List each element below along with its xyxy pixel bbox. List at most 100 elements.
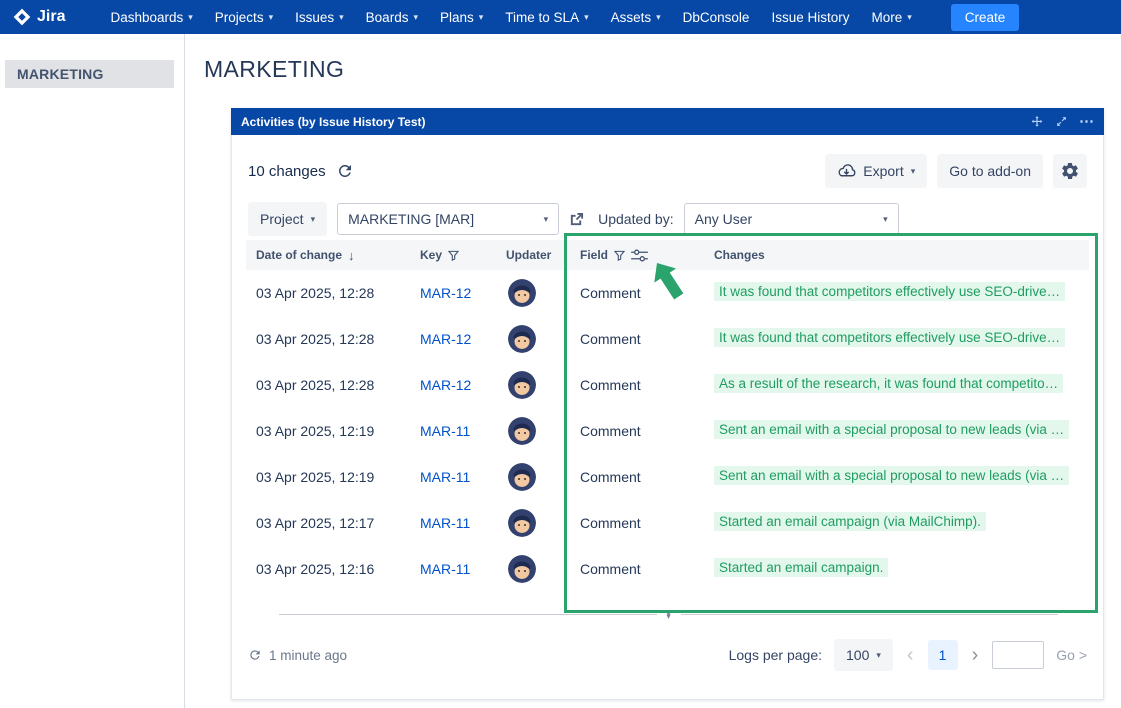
row-change-value: Sent an email with a special proposal to… <box>714 420 1069 439</box>
row-change-value: It was found that competitors effectivel… <box>714 328 1065 347</box>
gadget-title: Activities (by Issue History Test) <box>241 115 426 129</box>
chevron-down-icon: ▾ <box>907 12 912 23</box>
sort-desc-icon[interactable]: ↓ <box>348 248 355 263</box>
user-avatar[interactable] <box>508 325 536 353</box>
menu-boards[interactable]: Boards▾ <box>355 0 429 34</box>
more-icon[interactable]: ⋯ <box>1079 114 1094 129</box>
external-link-icon[interactable] <box>569 212 584 227</box>
chevron-down-icon: ▾ <box>188 12 193 23</box>
issue-key-link[interactable]: MAR-12 <box>420 331 471 347</box>
row-date: 03 Apr 2025, 12:17 <box>246 515 410 531</box>
caret-down-icon: ▾ <box>666 615 670 619</box>
issue-key-link[interactable]: MAR-12 <box>420 377 471 393</box>
page-title: MARKETING <box>204 56 344 83</box>
row-field: Comment <box>570 469 704 485</box>
project-select[interactable]: MARKETING [MAR] ▾ <box>337 203 559 235</box>
gadget-body: 10 changes Export ▾ Go to add-on <box>231 135 1104 700</box>
row-change-value: It was found that competitors effectivel… <box>714 282 1065 301</box>
page-jump-input[interactable] <box>992 641 1044 669</box>
chevron-down-icon: ▾ <box>339 12 344 23</box>
chevron-down-icon: ▾ <box>269 12 274 23</box>
row-field: Comment <box>570 377 704 393</box>
menu-issues[interactable]: Issues▾ <box>284 0 355 34</box>
row-change-value: Started an email campaign. <box>714 558 888 577</box>
create-button[interactable]: Create <box>951 4 1020 31</box>
header-key[interactable]: Key <box>410 248 496 262</box>
table-row: 03 Apr 2025, 12:28 MAR-12 Comment It was… <box>246 316 1089 362</box>
prev-page-icon[interactable]: ‹ <box>905 645 916 665</box>
current-page-button[interactable]: 1 <box>928 640 958 670</box>
logs-per-page-select[interactable]: 100 ▾ <box>834 639 893 671</box>
issue-key-link[interactable]: MAR-12 <box>420 285 471 301</box>
sidebar-item-marketing[interactable]: MARKETING <box>5 60 174 88</box>
updated-by-select[interactable]: Any User ▾ <box>684 203 899 235</box>
menu-more[interactable]: More▾ <box>860 0 922 34</box>
menu-plans[interactable]: Plans▾ <box>429 0 494 34</box>
row-field: Comment <box>570 515 704 531</box>
chevron-down-icon: ▾ <box>311 214 316 225</box>
activity-table: Date of change ↓ Key Updater <box>232 240 1103 592</box>
issue-key-link[interactable]: MAR-11 <box>420 561 470 577</box>
header-date-of-change[interactable]: Date of change ↓ <box>246 248 410 263</box>
row-date: 03 Apr 2025, 12:19 <box>246 423 410 439</box>
activities-gadget: Activities (by Issue History Test) ⋯ 10 … <box>231 108 1104 700</box>
menu-time-to-sla[interactable]: Time to SLA▾ <box>494 0 599 34</box>
logs-per-page-label: Logs per page: <box>729 647 822 663</box>
row-change-value: Sent an email with a special proposal to… <box>714 466 1069 485</box>
resize-handle-icon[interactable]: ▴ ▾ <box>657 607 681 623</box>
chevron-down-icon: ▾ <box>479 12 484 23</box>
export-cloud-icon <box>837 164 856 178</box>
next-page-icon[interactable]: › <box>970 645 981 665</box>
row-date: 03 Apr 2025, 12:28 <box>246 331 410 347</box>
issue-key-link[interactable]: MAR-11 <box>420 469 470 485</box>
row-field: Comment <box>570 285 704 301</box>
row-field: Comment <box>570 423 704 439</box>
row-date: 03 Apr 2025, 12:28 <box>246 285 410 301</box>
table-row: 03 Apr 2025, 12:28 MAR-12 Comment As a r… <box>246 362 1089 408</box>
sidebar: MARKETING <box>0 34 185 708</box>
scope-selector-button[interactable]: Project ▾ <box>248 202 327 236</box>
user-avatar[interactable] <box>508 279 536 307</box>
table-header-row: Date of change ↓ Key Updater <box>246 240 1089 270</box>
row-change-value: As a result of the research, it was foun… <box>714 374 1063 393</box>
chevron-down-icon: ▾ <box>883 214 888 225</box>
goto-addon-button[interactable]: Go to add-on <box>937 154 1043 188</box>
settings-gear-icon[interactable] <box>1053 154 1087 188</box>
refresh-icon <box>248 648 262 662</box>
updated-by-label: Updated by: <box>598 211 674 227</box>
menu-assets[interactable]: Assets▾ <box>600 0 672 34</box>
table-row: 03 Apr 2025, 12:17 MAR-11 Comment Starte… <box>246 500 1089 546</box>
chevron-down-icon: ▾ <box>584 12 589 23</box>
filter-icon[interactable] <box>448 250 459 261</box>
top-navbar: Jira Dashboards▾ Projects▾ Issues▾ Board… <box>0 0 1121 34</box>
table-row: 03 Apr 2025, 12:19 MAR-11 Comment Sent a… <box>246 408 1089 454</box>
jira-logo[interactable]: Jira <box>12 7 65 27</box>
main-content: MARKETING Activities (by Issue History T… <box>185 34 1121 708</box>
chevron-down-icon: ▾ <box>413 12 418 23</box>
row-field: Comment <box>570 561 704 577</box>
user-avatar[interactable] <box>508 463 536 491</box>
issue-key-link[interactable]: MAR-11 <box>420 423 470 439</box>
filter-icon[interactable] <box>614 250 625 261</box>
menu-dashboards[interactable]: Dashboards▾ <box>99 0 203 34</box>
user-avatar[interactable] <box>508 509 536 537</box>
menu-dbconsole[interactable]: DbConsole <box>672 0 761 34</box>
user-avatar[interactable] <box>508 417 536 445</box>
user-avatar[interactable] <box>508 555 536 583</box>
table-row: 03 Apr 2025, 12:16 MAR-11 Comment Starte… <box>246 546 1089 592</box>
go-to-page-button[interactable]: Go > <box>1056 647 1087 663</box>
last-refreshed[interactable]: 1 minute ago <box>248 648 347 663</box>
filter-row: Project ▾ MARKETING [MAR] ▾ Updated by: … <box>248 202 1087 236</box>
chevron-down-icon: ▾ <box>876 650 881 661</box>
header-field[interactable]: Field <box>570 248 704 262</box>
column-settings-icon[interactable] <box>631 249 648 262</box>
issue-key-link[interactable]: MAR-11 <box>420 515 470 531</box>
header-changes: Changes <box>704 248 1089 262</box>
export-button[interactable]: Export ▾ <box>825 154 927 188</box>
user-avatar[interactable] <box>508 371 536 399</box>
expand-icon[interactable] <box>1055 115 1068 128</box>
move-icon[interactable] <box>1030 115 1044 129</box>
menu-projects[interactable]: Projects▾ <box>204 0 284 34</box>
refresh-icon[interactable] <box>336 162 354 180</box>
menu-issue-history[interactable]: Issue History <box>760 0 860 34</box>
